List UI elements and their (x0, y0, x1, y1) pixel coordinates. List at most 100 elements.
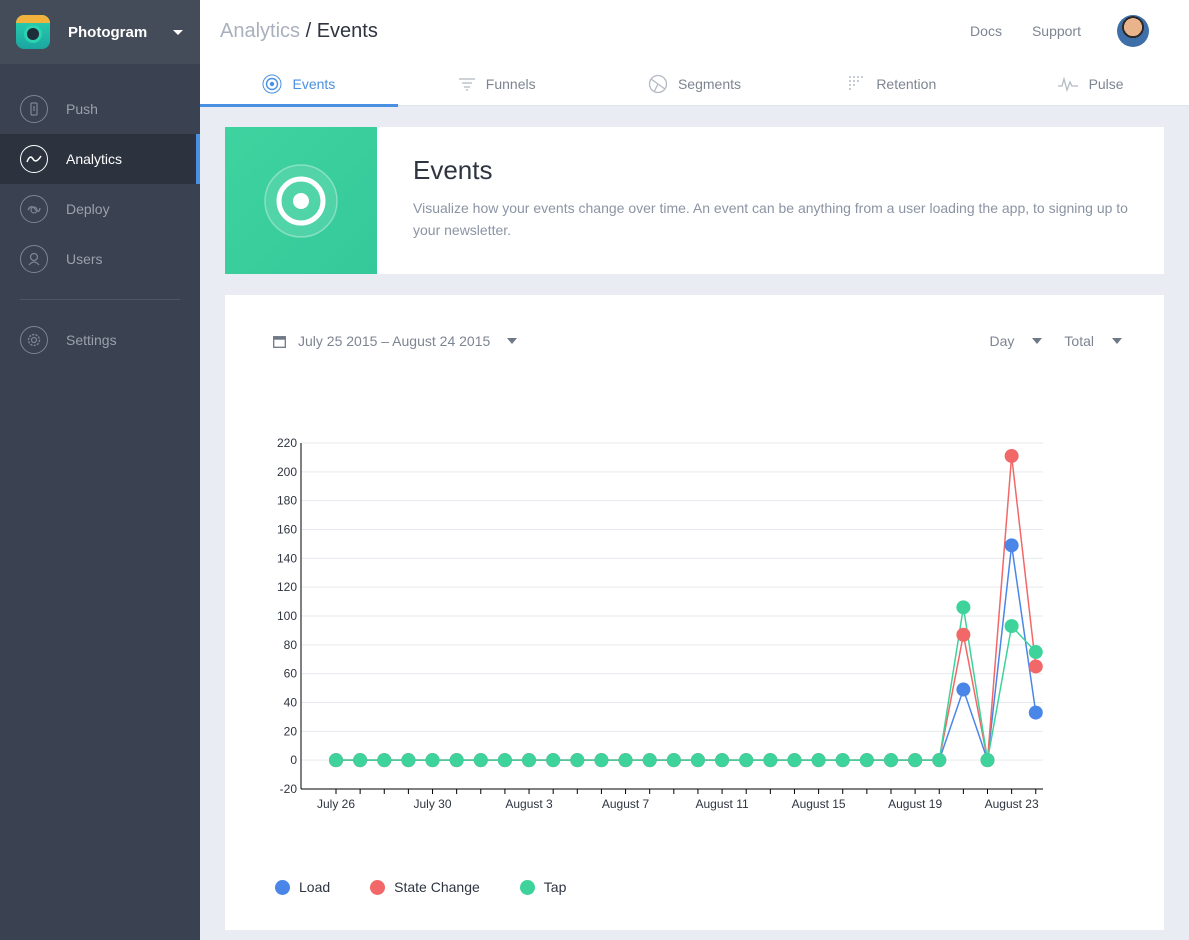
tab-label: Segments (677, 76, 742, 92)
sidebar-item-label: Users (66, 251, 103, 267)
app-switcher[interactable]: Photogram (0, 0, 200, 64)
x-tick-label: August 3 (505, 797, 553, 811)
x-tick-label: August 23 (985, 797, 1039, 811)
data-point-load (1004, 538, 1019, 553)
pulse-icon (1057, 76, 1079, 92)
tab-label: Funnels (485, 76, 536, 92)
sidebar-item-users[interactable]: Users (0, 234, 200, 284)
segments-icon (648, 74, 668, 94)
data-point-tap (522, 753, 537, 768)
deploy-icon (20, 195, 48, 223)
data-point-tap (835, 753, 850, 768)
data-point-load (1028, 705, 1043, 720)
chevron-down-icon[interactable] (173, 29, 183, 35)
sidebar-item-label: Deploy (66, 201, 110, 217)
y-tick-label: 180 (277, 494, 297, 508)
sidebar-item-deploy[interactable]: Deploy (0, 184, 200, 234)
settings-icon (20, 326, 48, 354)
legend-swatch (519, 879, 535, 895)
tab-pulse[interactable]: Pulse (991, 62, 1189, 106)
data-point-tap (739, 753, 754, 768)
analytics-tabs: Events Funnels Segments Retention Pulse (200, 62, 1189, 107)
legend-item-state-change[interactable]: State Change (370, 879, 480, 895)
top-header: Analytics / Events Docs Support Events F… (200, 0, 1189, 107)
chart-legend: Load State Change Tap (275, 879, 606, 895)
data-point-state-change (1004, 448, 1019, 463)
tab-funnels[interactable]: Funnels (398, 62, 596, 106)
data-point-tap (715, 753, 730, 768)
series-line-tap (336, 607, 1037, 761)
app-logo-icon (16, 15, 50, 49)
y-tick-label: 200 (277, 465, 297, 479)
target-icon (262, 74, 282, 94)
data-point-tap (690, 753, 705, 768)
data-point-tap (980, 753, 995, 768)
data-point-tap (811, 753, 826, 768)
data-point-tap (787, 753, 802, 768)
x-tick-label: August 15 (792, 797, 846, 811)
sidebar-divider (20, 299, 180, 300)
sidebar-item-label: Settings (66, 332, 117, 348)
header-links: Docs Support (970, 15, 1149, 47)
push-icon (20, 95, 48, 123)
data-point-tap (883, 753, 898, 768)
sidebar-item-settings[interactable]: Settings (0, 315, 200, 365)
legend-swatch (370, 879, 386, 895)
legend-label: State Change (394, 879, 480, 895)
legend-item-load[interactable]: Load (275, 879, 330, 895)
legend-label: Tap (543, 879, 567, 895)
data-point-tap (329, 753, 343, 768)
tab-label: Pulse (1088, 76, 1124, 92)
data-point-tap (546, 753, 561, 768)
sidebar-nav: Push Analytics Deploy Users Settings (0, 64, 200, 365)
data-point-load (956, 682, 971, 697)
y-tick-label: 0 (290, 753, 297, 767)
series-line-state-change (336, 455, 1037, 761)
avatar[interactable] (1117, 15, 1149, 47)
sidebar-item-label: Push (66, 101, 98, 117)
y-tick-label: 220 (277, 436, 297, 450)
data-point-tap (932, 753, 947, 768)
legend-item-tap[interactable]: Tap (519, 879, 567, 895)
data-point-tap (425, 753, 440, 768)
breadcrumb: Analytics / Events (220, 20, 378, 43)
y-tick-label: 120 (277, 580, 297, 594)
y-tick-label: 40 (284, 696, 298, 710)
breadcrumb-parent[interactable]: Analytics (220, 20, 300, 42)
y-tick-label: 20 (284, 724, 298, 738)
hero-title: Events (413, 155, 493, 185)
y-tick-label: 140 (277, 551, 297, 565)
sidebar-item-push[interactable]: Push (0, 84, 200, 134)
events-line-chart: -20 0 20 40 60 80 100 120 140 160 180 200 220 July 26… (277, 436, 1043, 811)
breadcrumb-current: Events (316, 20, 378, 42)
tab-segments[interactable]: Segments (596, 62, 794, 106)
support-link[interactable]: Support (1032, 23, 1081, 39)
data-point-tap (377, 753, 392, 768)
y-tick-label: 160 (277, 523, 297, 537)
data-point-tap (956, 600, 971, 615)
data-point-tap (1004, 619, 1019, 634)
legend-label: Load (299, 879, 331, 895)
hero-description: Visualize how your events change over ti… (413, 200, 1128, 238)
data-point-tap (401, 753, 416, 768)
retention-icon (848, 75, 866, 93)
sidebar-item-analytics[interactable]: Analytics (0, 134, 200, 184)
tab-events[interactable]: Events (200, 62, 398, 107)
tab-label: Retention (876, 76, 937, 92)
breadcrumb-separator: / (300, 20, 317, 42)
tab-label: Events (292, 76, 336, 92)
legend-swatch (275, 879, 290, 895)
y-tick-label: 60 (284, 667, 298, 681)
data-point-tap (859, 753, 874, 768)
target-icon (225, 127, 377, 274)
y-tick-label: 100 (277, 609, 297, 623)
data-point-tap (353, 753, 368, 768)
docs-link[interactable]: Docs (970, 23, 1002, 39)
tab-retention[interactable]: Retention (793, 62, 991, 106)
data-point-tap (618, 753, 633, 768)
x-tick-label: August 19 (888, 797, 942, 811)
data-point-tap (763, 753, 778, 768)
sidebar: Photogram Push Analytics Deploy Users Se… (0, 0, 200, 940)
data-point-tap (570, 753, 585, 768)
y-tick-label: -20 (280, 782, 298, 796)
